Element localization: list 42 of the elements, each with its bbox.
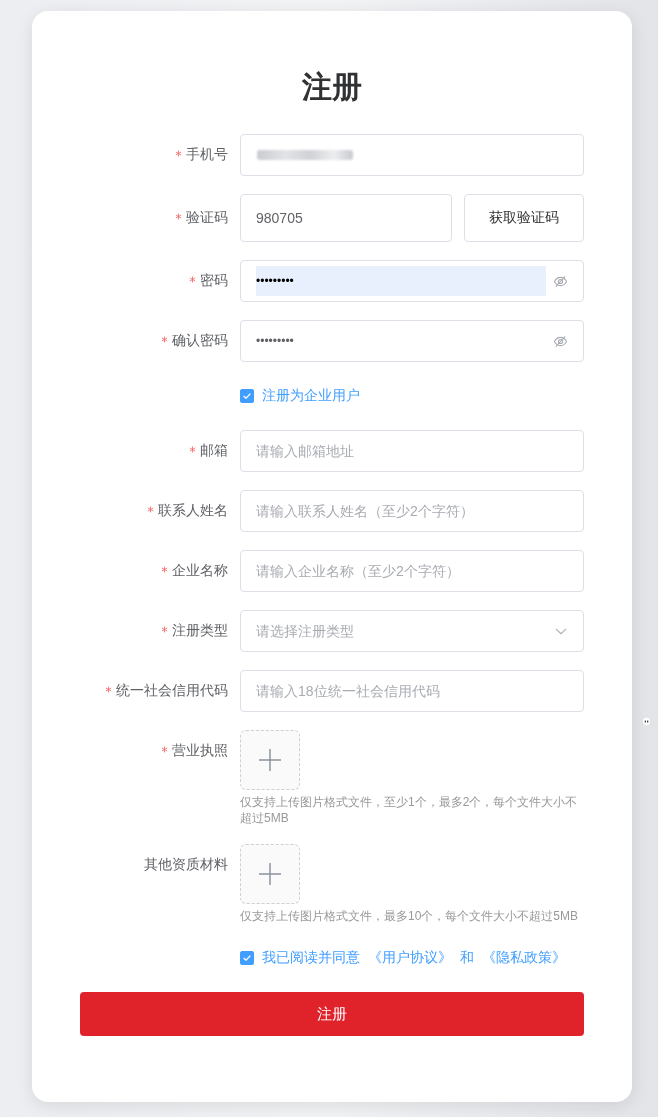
- text-input[interactable]: 请输入邮箱地址: [240, 430, 584, 472]
- checkbox[interactable]: [240, 951, 254, 965]
- field-label: 联系人姓名: [158, 502, 228, 520]
- register-button[interactable]: 注册: [80, 992, 584, 1036]
- text-input[interactable]: 请输入联系人姓名（至少2个字符）: [240, 490, 584, 532]
- field-label: 密码: [200, 272, 228, 290]
- upload-tile[interactable]: [240, 730, 300, 790]
- get-code-button[interactable]: 获取验证码: [464, 194, 584, 242]
- upload-tile[interactable]: [240, 844, 300, 904]
- select-input[interactable]: 请选择注册类型: [240, 610, 584, 652]
- field-label: 营业执照: [172, 742, 228, 760]
- agreement-link[interactable]: 《隐私政策》: [482, 949, 566, 967]
- field-label: 企业名称: [172, 562, 228, 580]
- password-input[interactable]: •••••••••: [240, 320, 584, 362]
- agreement-link[interactable]: 《用户协议》: [368, 949, 452, 967]
- page-title: 注册: [301, 69, 363, 105]
- code-input[interactable]: 980705: [240, 194, 452, 242]
- checkbox-label[interactable]: 注册为企业用户: [262, 387, 360, 405]
- check-icon: [243, 393, 251, 399]
- eye-slash-icon[interactable]: [553, 274, 568, 289]
- plus-icon: [259, 749, 281, 771]
- check-icon: [243, 955, 251, 961]
- text-input[interactable]: 请输入企业名称（至少2个字符）: [240, 550, 584, 592]
- agreement-label[interactable]: 我已阅读并同意: [262, 949, 360, 967]
- field-label: 确认密码: [172, 332, 228, 350]
- field-label: 验证码: [186, 209, 228, 227]
- dot-handle-icon[interactable]: [642, 717, 651, 726]
- field-label: 注册类型: [172, 622, 228, 640]
- plus-icon: [259, 863, 281, 885]
- conjunction-text: 和: [460, 949, 474, 967]
- field-label: 手机号: [186, 146, 228, 164]
- upload-hint: 仅支持上传图片格式文件，至少1个，最多2个，每个文件大小不超过5MB: [240, 794, 579, 826]
- field-label: 邮箱: [200, 442, 228, 460]
- text-input[interactable]: 请输入18位统一社会信用代码: [240, 670, 584, 712]
- text-input[interactable]: [240, 134, 584, 176]
- checkbox[interactable]: [240, 389, 254, 403]
- chevron-down-icon: [555, 628, 567, 635]
- field-label: 其他资质材料: [144, 856, 228, 874]
- eye-slash-icon[interactable]: [553, 334, 568, 349]
- upload-hint: 仅支持上传图片格式文件，最多10个，每个文件大小不超过5MB: [240, 908, 580, 924]
- field-label: 统一社会信用代码: [116, 682, 228, 700]
- password-input[interactable]: •••••••••: [240, 260, 584, 302]
